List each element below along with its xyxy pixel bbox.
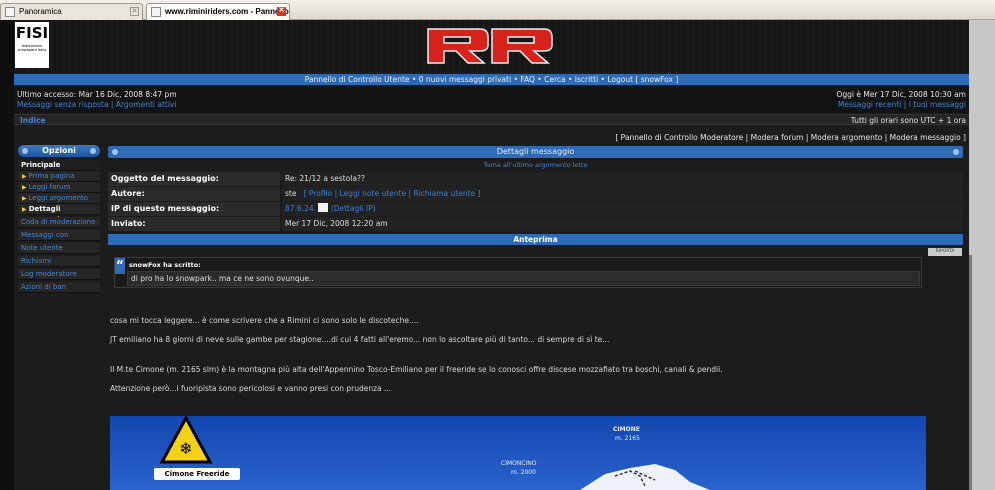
last-access-text: Ultimo accesso: Mar 16 Dic, 2008 8:47 pm: [17, 90, 177, 99]
post-paragraph: Attenzione però...i fuoripista sono peri…: [110, 384, 392, 393]
fisi-logo[interactable]: FISI federazione snowboard italia: [15, 22, 49, 68]
quote-text: di pro ha lo snowpark.. ma ce ne sono ov…: [127, 271, 920, 286]
right-scroll-area[interactable]: [969, 20, 995, 490]
user-navbar[interactable]: Pannello di Controllo Utente • 0 nuovi m…: [14, 74, 969, 85]
ip-address[interactable]: 87.6.24.: [285, 204, 316, 213]
sidebar-item-log-moderatore[interactable]: Log moderatore: [18, 269, 100, 280]
close-tab-icon[interactable]: ✕: [130, 7, 139, 16]
browser-tab-panoramica[interactable]: Panoramica ✕: [0, 3, 143, 20]
tab-title: www.riminiriders.com - Pannello ...: [165, 7, 290, 16]
bullet-icon: [22, 148, 28, 154]
moderator-links[interactable]: [ Pannello di Controllo Moderatore | Mod…: [615, 133, 966, 142]
preview-header: Anteprima: [108, 234, 963, 245]
bullet-icon: [112, 149, 118, 155]
map-peak-cimoncino-alt: m. 2000: [511, 469, 536, 476]
browser-tab-strip: Panoramica ✕ www.riminiriders.com - Pann…: [0, 0, 995, 20]
post-paragraph: JT emiliano ha 8 giorni di neve sulle ga…: [110, 335, 610, 344]
map-peak-cimoncino: CIMONCINO: [501, 460, 537, 467]
timezone-text: Tutti gli orari sono UTC + 1 ora: [850, 116, 966, 125]
ip-details-link[interactable]: (Dettagli IP): [331, 204, 376, 213]
post-paragraph: Il M.te Cimone (m. 2165 slm) è la montag…: [110, 365, 723, 374]
user-info-bar: Ultimo accesso: Mar 16 Dic, 2008 8:47 pm…: [14, 87, 969, 113]
quote-block: “ snowFox ha scritto: di pro ha lo snowp…: [114, 257, 922, 288]
map-peak-cimone: CIMONE: [613, 426, 640, 433]
back-to-topic-link[interactable]: Torna all'ultimo argomento letto: [108, 161, 963, 169]
close-tab-icon[interactable]: ✕: [277, 7, 286, 16]
arrow-right-icon: ▶: [22, 206, 29, 213]
detail-row-posted: Inviato: Mer 17 Dic, 2008 12:20 am: [108, 217, 963, 231]
recent-own-posts-links[interactable]: Messaggi recenti | I tuoi messaggi: [838, 100, 966, 109]
detail-row-subject: Oggetto del messaggio: Re: 21/12 a sesto…: [108, 172, 963, 186]
sidebar-item-note-utente[interactable]: Note utente: [18, 243, 100, 254]
forum-page: FISI federazione snowboard italia Pannel…: [14, 20, 969, 490]
browser-tab-riminiriders[interactable]: www.riminiriders.com - Pannello ... ✕: [146, 3, 290, 20]
tab-title: Panoramica: [19, 7, 62, 16]
sidebar-header: Opzioni: [18, 145, 100, 157]
breadcrumb: Indice Tutti gli orari sono UTC + 1 ora: [14, 114, 969, 125]
bullet-icon: [90, 148, 96, 154]
current-date-text: Oggi è Mer 17 Dic, 2008 10:30 am: [836, 90, 967, 99]
quote-icon: “: [115, 258, 125, 274]
sidebar-item-leggi-forum[interactable]: ▶ Leggi forum: [18, 182, 100, 193]
cimone-freeride-map-image: ❄ Cimone Freeride CIMONE m. 2165 CIMONCI…: [110, 416, 926, 490]
page-icon: [151, 7, 161, 17]
ip-redacted-box: [318, 203, 329, 212]
sidebar-heading-principale: Principale: [18, 160, 100, 171]
map-peak-cimone-alt: m. 2165: [615, 435, 640, 442]
detail-row-ip: IP di questo messaggio: 87.6.24. (Dettag…: [108, 202, 963, 216]
sidebar-item-azioni-ban[interactable]: Azioni di ban: [18, 282, 100, 293]
sidebar-item-messaggi-rapporto[interactable]: Messaggi con rapporto: [18, 230, 100, 250]
quote-author: snowFox ha scritto:: [129, 261, 201, 269]
unanswered-active-links[interactable]: Messaggi senza risposta | Argomenti atti…: [17, 100, 176, 109]
sidebar-item-leggi-argomento[interactable]: ▶ Leggi argomento: [18, 193, 100, 204]
author-action-links[interactable]: [ Profilo | Leggi note utente | Richiama…: [304, 189, 481, 198]
site-logo[interactable]: [422, 23, 558, 67]
sidebar-item-richiami[interactable]: Richiami: [18, 256, 100, 267]
details-header: Dettagli messaggio: [108, 146, 963, 158]
bullet-icon: [953, 149, 959, 155]
sidebar-item-coda-moderazione[interactable]: Coda di moderazione: [18, 217, 100, 228]
breadcrumb-index-link[interactable]: Indice: [20, 116, 46, 125]
sidebar-item-dettagli-messaggio[interactable]: ▶ Dettagli messaggio: [18, 204, 100, 224]
svg-text:❄: ❄: [179, 439, 192, 458]
site-header: FISI federazione snowboard italia: [14, 20, 969, 72]
author-name: ste: [285, 189, 297, 198]
posted-date: Mer 17 Dic, 2008 12:20 am: [282, 217, 963, 231]
detail-row-author: Autore: ste [ Profilo | Leggi note utent…: [108, 187, 963, 201]
map-sign-label: Cimone Freeride: [154, 468, 240, 480]
report-button[interactable]: RIPORTA: [928, 248, 962, 256]
sidebar-item-prima-pagina[interactable]: ▶ Prima pagina: [18, 171, 100, 182]
post-paragraph: cosa mi tocca leggere... è come scrivere…: [110, 316, 419, 325]
page-icon: [5, 7, 15, 17]
sidebar-menu: Principale ▶ Prima pagina ▶ Leggi forum …: [18, 160, 100, 295]
